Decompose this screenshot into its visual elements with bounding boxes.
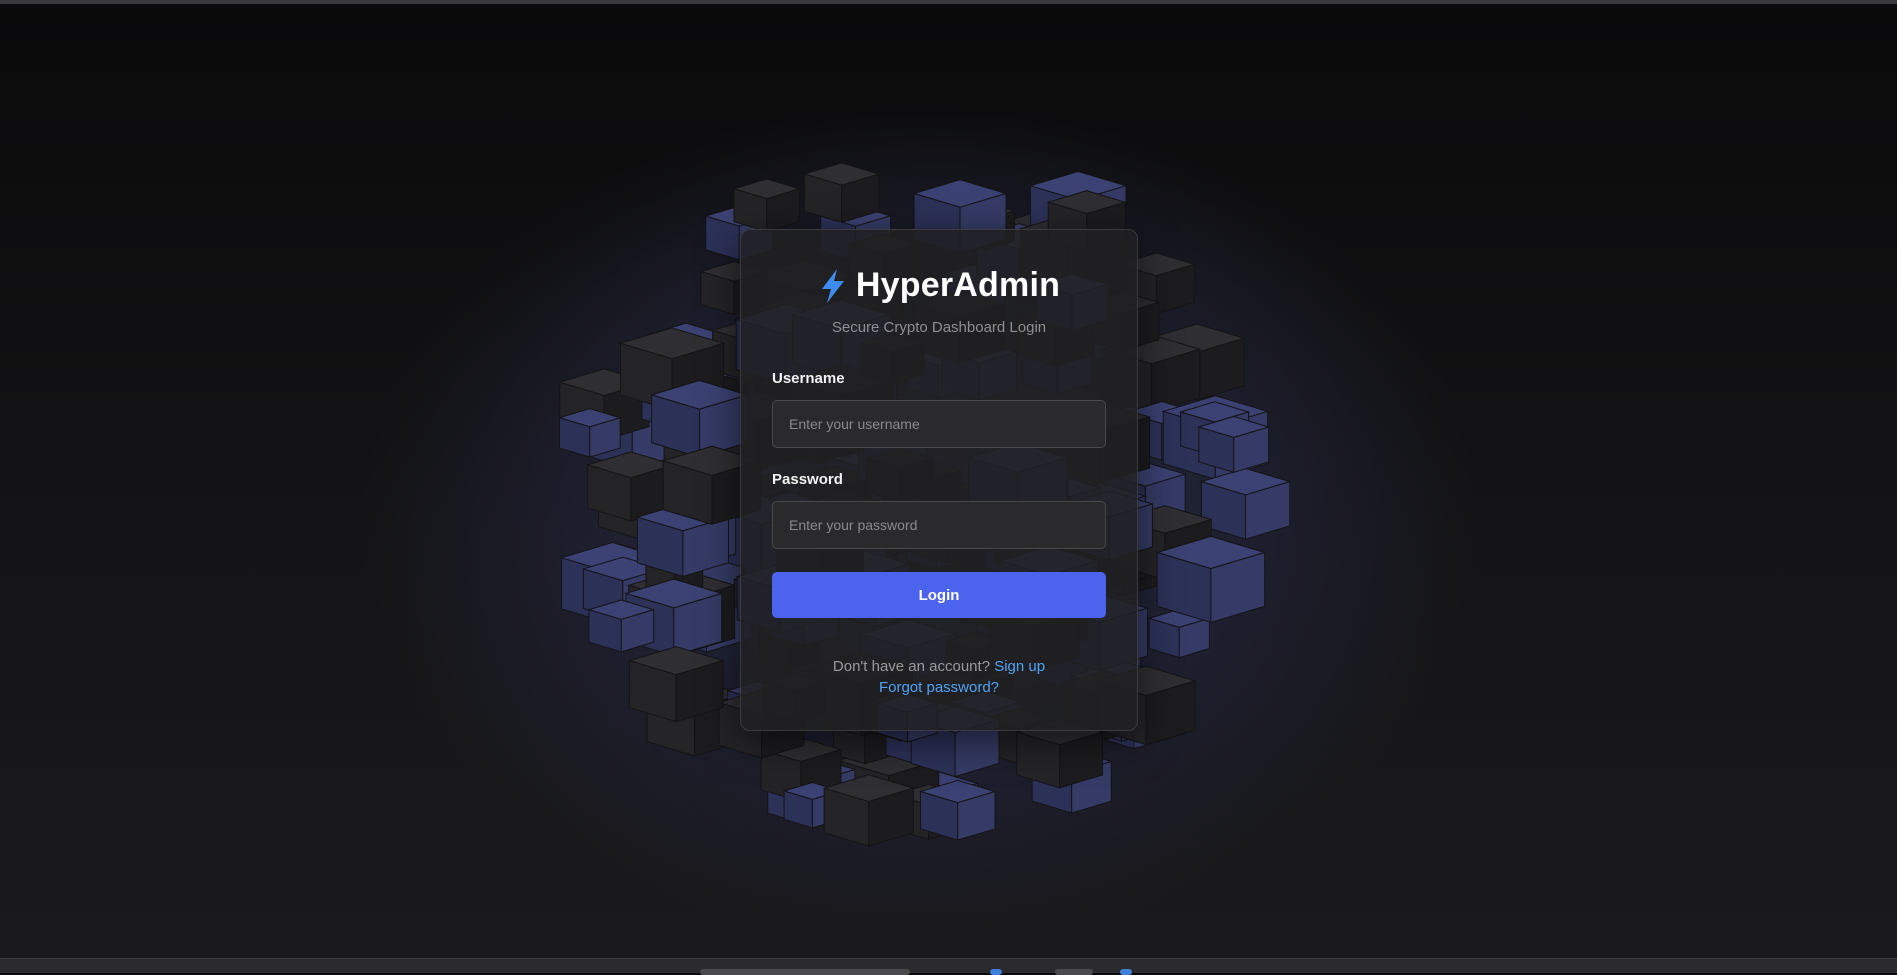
signup-link[interactable]: Sign up	[994, 658, 1045, 675]
username-input[interactable]	[772, 400, 1106, 448]
password-label: Password	[772, 471, 843, 488]
password-input[interactable]	[772, 501, 1106, 549]
login-card: HyperAdmin Secure Crypto Dashboard Login…	[740, 229, 1138, 731]
brand: HyperAdmin	[741, 266, 1137, 305]
bottom-taskbar	[0, 958, 1897, 975]
forgot-password-row: Forgot password?	[741, 679, 1137, 696]
forgot-password-link[interactable]: Forgot password?	[879, 679, 999, 696]
signup-prompt: Don't have an account? Sign up	[741, 658, 1137, 675]
login-button[interactable]: Login	[772, 572, 1106, 618]
brand-title: HyperAdmin	[855, 266, 1061, 304]
username-label: Username	[772, 370, 845, 387]
login-subtitle: Secure Crypto Dashboard Login	[831, 319, 1047, 336]
lightning-bolt-icon	[818, 268, 848, 304]
no-account-text: Don't have an account?	[832, 658, 991, 675]
